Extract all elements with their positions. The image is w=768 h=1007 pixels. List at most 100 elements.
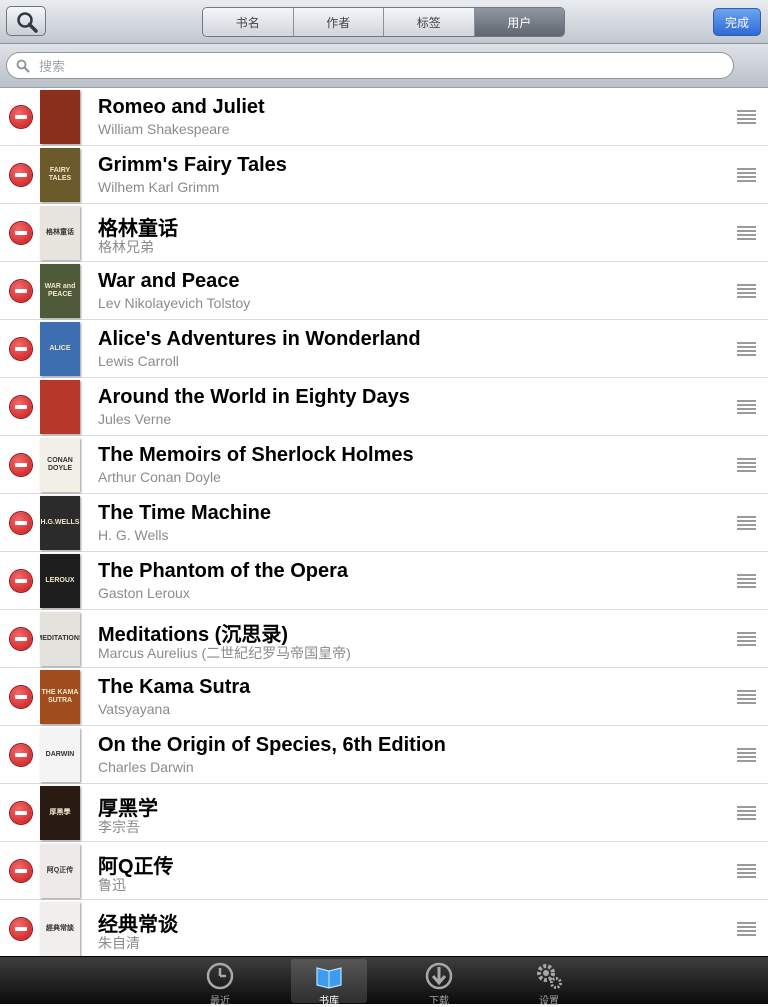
book-cover: H.G.WELLS (40, 496, 80, 550)
delete-icon[interactable] (10, 222, 32, 244)
reorder-handle-icon[interactable] (737, 342, 756, 356)
book-row[interactable]: DARWIN On the Origin of Species, 6th Edit… (0, 726, 768, 784)
book-row[interactable]: Romeo and Juliet William Shakespeare (0, 88, 768, 146)
book-cover: 厚黑學 (40, 786, 80, 840)
reorder-handle-icon[interactable] (737, 574, 756, 588)
segment-title[interactable]: 书名 (203, 8, 294, 36)
reorder-handle-icon[interactable] (737, 632, 756, 646)
reorder-handle-icon[interactable] (737, 748, 756, 762)
sort-segmented-control: 书名 作者 标签 用户 (202, 7, 565, 37)
book-row[interactable]: 阿Q正传 阿Q正传 鲁迅 (0, 842, 768, 900)
book-row[interactable]: MEDITATIONSMeditations (沉思录)Marcus Aurel… (0, 610, 768, 668)
reorder-handle-icon[interactable] (737, 226, 756, 240)
top-toolbar: 书名 作者 标签 用户 完成 (0, 0, 768, 44)
reorder-handle-icon[interactable] (737, 110, 756, 124)
book-cover (40, 90, 80, 144)
delete-icon[interactable] (10, 280, 32, 302)
clock-icon (206, 962, 234, 990)
book-author: Charles Darwin (98, 759, 194, 775)
book-row[interactable]: THE KAMA SUTRA The Kama Sutra Vatsyayana (0, 668, 768, 726)
gears-icon (537, 964, 562, 989)
book-author: Arthur Conan Doyle (98, 469, 221, 485)
book-cover: ALICE (40, 322, 80, 376)
reorder-handle-icon[interactable] (737, 516, 756, 530)
reorder-handle-icon[interactable] (737, 690, 756, 704)
book-cover: 格林童话 (40, 206, 80, 260)
tab-label: 最近 (210, 996, 230, 1007)
delete-icon[interactable] (10, 802, 32, 824)
segment-tag[interactable]: 标签 (384, 8, 475, 36)
book-title: The Kama Sutra (98, 676, 251, 698)
segment-user[interactable]: 用户 (474, 8, 564, 36)
book-title: Grimm's Fairy Tales (98, 154, 287, 176)
delete-icon[interactable] (10, 860, 32, 882)
book-cover: 阿Q正传 (40, 844, 80, 898)
book-cover: 經典常談 (40, 902, 80, 956)
open-book-icon (316, 967, 342, 989)
book-author: Marcus Aurelius (二世紀纪罗马帝国皇帝) (98, 645, 351, 661)
book-cover: THE KAMA SUTRA (40, 670, 80, 724)
reorder-handle-icon[interactable] (737, 284, 756, 298)
search-field (6, 52, 734, 79)
book-row[interactable]: 格林童话 格林童话 格林兄弟 (0, 204, 768, 262)
book-title: On the Origin of Species, 6th Edition (98, 734, 446, 756)
book-row[interactable]: 經典常談 经典常谈 朱自清 (0, 900, 768, 956)
reorder-handle-icon[interactable] (737, 806, 756, 820)
tab-downloads[interactable]: 下载 (401, 959, 477, 1007)
delete-icon[interactable] (10, 512, 32, 534)
book-row[interactable]: CONAN DOYLE The Memoirs of Sherlock Holme… (0, 436, 768, 494)
tab-label: 下载 (429, 996, 449, 1007)
book-author: Jules Verne (98, 411, 172, 427)
segment-author[interactable]: 作者 (293, 8, 384, 36)
book-row[interactable]: 厚黑學 厚黑学 李宗吾 (0, 784, 768, 842)
book-cover: CONAN DOYLE (40, 438, 80, 492)
book-title: The Time Machine (98, 502, 272, 524)
book-author: 李宗吾 (98, 819, 140, 835)
book-author: Vatsyayana (98, 701, 171, 717)
book-author: Lev Nikolayevich Tolstoy (98, 295, 251, 311)
book-row[interactable]: ALICE Alice's Adventures in Wonderland Lew… (0, 320, 768, 378)
delete-icon[interactable] (10, 918, 32, 940)
book-list: Romeo and Juliet William Shakespeare FAIRY… (0, 88, 768, 956)
book-title: The Phantom of the Opera (98, 560, 349, 582)
book-author: H. G. Wells (98, 527, 169, 543)
delete-icon[interactable] (10, 338, 32, 360)
book-author: 鲁迅 (98, 877, 126, 893)
delete-icon[interactable] (10, 628, 32, 650)
delete-icon[interactable] (10, 570, 32, 592)
book-author: Lewis Carroll (98, 353, 179, 369)
book-row[interactable]: H.G.WELLS The Time Machine H. G. Wells (0, 494, 768, 552)
search-button[interactable] (6, 6, 46, 36)
book-title: The Memoirs of Sherlock Holmes (98, 444, 414, 466)
tab-recent[interactable]: 最近 (182, 959, 258, 1007)
book-cover: WAR and PEACE (40, 264, 80, 318)
book-row[interactable]: WAR and PEACE War and Peace Lev Nikolayevi… (0, 262, 768, 320)
book-row[interactable]: LEROUX The Phantom of the Opera Gaston Ler… (0, 552, 768, 610)
book-cover: FAIRY TALES (40, 148, 80, 202)
book-title: Alice's Adventures in Wonderland (98, 328, 421, 350)
tab-bar: 最近 书库 下载 设置 (0, 956, 768, 1007)
delete-icon[interactable] (10, 106, 32, 128)
book-cover (40, 380, 80, 434)
delete-icon[interactable] (10, 454, 32, 476)
tab-settings[interactable]: 设置 (511, 959, 587, 1007)
search-input[interactable] (37, 56, 721, 77)
delete-icon[interactable] (10, 744, 32, 766)
delete-icon[interactable] (10, 396, 32, 418)
tab-library[interactable]: 书库 (291, 959, 367, 1007)
book-row[interactable]: FAIRY TALES Grimm's Fairy Tales Wilhem Kar… (0, 146, 768, 204)
delete-icon[interactable] (10, 686, 32, 708)
reorder-handle-icon[interactable] (737, 168, 756, 182)
book-title: Romeo and Juliet (98, 96, 265, 118)
book-row[interactable]: Around the World in Eighty Days Jules Ver… (0, 378, 768, 436)
reorder-handle-icon[interactable] (737, 922, 756, 936)
book-cover: LEROUX (40, 554, 80, 608)
reorder-handle-icon[interactable] (737, 864, 756, 878)
book-author: William Shakespeare (98, 121, 230, 137)
done-button[interactable]: 完成 (713, 8, 761, 36)
book-author: 格林兄弟 (98, 239, 154, 255)
delete-icon[interactable] (10, 164, 32, 186)
reorder-handle-icon[interactable] (737, 400, 756, 414)
reorder-handle-icon[interactable] (737, 458, 756, 472)
book-cover: MEDITATIONS (40, 612, 80, 666)
